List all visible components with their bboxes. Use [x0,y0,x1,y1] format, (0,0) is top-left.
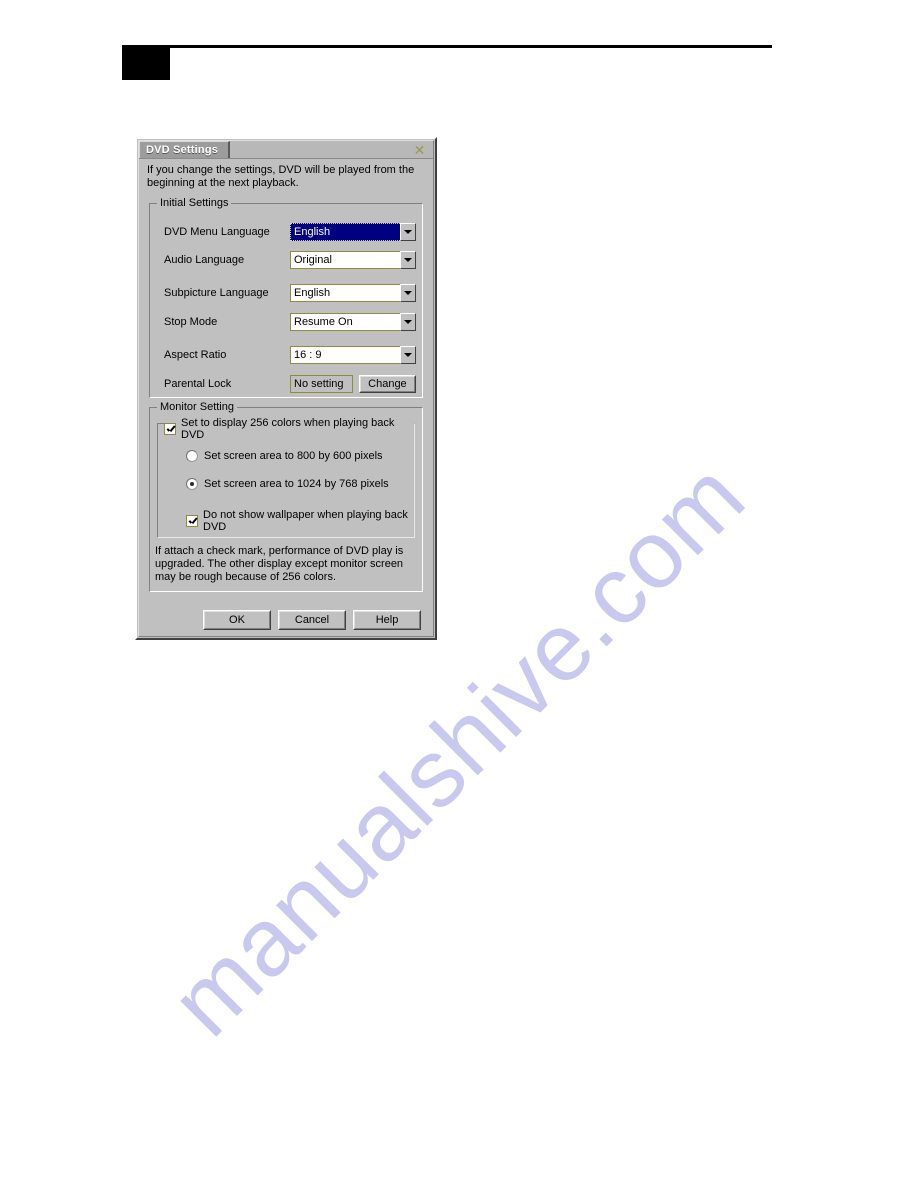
label-aspect-ratio: Aspect Ratio [164,348,227,361]
radio-1024x768[interactable]: Set screen area to 1024 by 768 pixels [186,478,389,490]
combobox-dvd-menu-language[interactable]: English [290,222,416,241]
combobox-subpicture-language-value: English [290,283,400,302]
combobox-audio-language-value: Original [290,250,400,269]
radio-1024x768-label: Set screen area to 1024 by 768 pixels [204,478,389,490]
dialog-title-tab[interactable]: DVD Settings [139,141,231,158]
help-button-label: Help [375,614,399,626]
ok-button-label: OK [229,614,245,626]
checkbox-no-wallpaper-box[interactable] [186,515,198,527]
checkbox-no-wallpaper-label: Do not show wallpaper when playing back … [203,509,408,533]
radio-800x600-circle[interactable] [186,450,198,462]
row-stop-mode: Stop Mode Resume On [164,312,416,331]
dvd-settings-dialog: DVD Settings ✕ If you change the setting… [135,137,437,640]
combobox-audio-language[interactable]: Original [290,250,416,269]
dialog-intro-text: If you change the settings, DVD will be … [147,164,415,189]
combobox-dvd-menu-language-value: English [290,222,400,241]
row-subpicture-language: Subpicture Language English [164,283,416,302]
row-aspect-ratio: Aspect Ratio 16 : 9 [164,345,416,364]
label-parental-lock: Parental Lock [164,377,232,390]
dialog-inner-frame: DVD Settings ✕ If you change the setting… [138,140,434,637]
ok-button[interactable]: OK [203,610,271,630]
label-stop-mode: Stop Mode [164,315,218,328]
combobox-stop-mode-value: Resume On [290,312,400,331]
close-icon[interactable]: ✕ [412,142,427,157]
radio-800x600[interactable]: Set screen area to 800 by 600 pixels [186,450,383,462]
combobox-subpicture-language[interactable]: English [290,283,416,302]
monitor-setting-note: If attach a check mark, performance of D… [155,545,404,583]
chevron-down-icon[interactable] [400,312,416,331]
dialog-titlebar: DVD Settings ✕ [139,141,433,159]
combobox-aspect-ratio[interactable]: 16 : 9 [290,345,416,364]
page-header [0,0,918,110]
change-button-label: Change [368,377,407,390]
dialog-title-label: DVD Settings [146,144,219,156]
chevron-down-icon[interactable] [400,345,416,364]
label-audio-language: Audio Language [164,253,245,266]
row-audio-language: Audio Language Original [164,250,416,269]
checkbox-256-colors-label: Set to display 256 colors when playing b… [181,417,395,441]
row-parental-lock: Parental Lock No setting Change [164,374,416,393]
chevron-down-icon[interactable] [400,250,416,269]
label-dvd-menu-language: DVD Menu Language [164,225,270,238]
cancel-button[interactable]: Cancel [278,610,346,630]
dialog-button-bar: OK Cancel Help [203,610,423,630]
checkbox-no-wallpaper[interactable]: Do not show wallpaper when playing back … [186,509,414,533]
checkbox-256-colors[interactable]: Set to display 256 colors when playing b… [164,417,414,441]
monitor-setting-legend: Monitor Setting [157,401,237,413]
radio-800x600-label: Set screen area to 800 by 600 pixels [204,450,383,462]
checkbox-256-colors-box[interactable] [164,423,176,435]
header-rule [122,45,772,48]
help-button[interactable]: Help [353,610,421,630]
chevron-down-icon[interactable] [400,283,416,302]
label-subpicture-language: Subpicture Language [164,286,269,299]
row-dvd-menu-language: DVD Menu Language English [164,222,416,241]
change-button[interactable]: Change [358,374,416,393]
initial-settings-group: Initial Settings DVD Menu Language Engli… [149,197,423,398]
monitor-inner-group: Set to display 256 colors when playing b… [157,417,415,538]
parental-lock-value: No setting [290,374,353,393]
header-chapter-block [122,48,170,80]
combobox-aspect-ratio-value: 16 : 9 [290,345,400,364]
initial-settings-legend: Initial Settings [157,197,232,209]
cancel-button-label: Cancel [294,614,330,626]
combobox-stop-mode[interactable]: Resume On [290,312,416,331]
chevron-down-icon[interactable] [400,222,416,241]
radio-1024x768-circle[interactable] [186,478,198,490]
